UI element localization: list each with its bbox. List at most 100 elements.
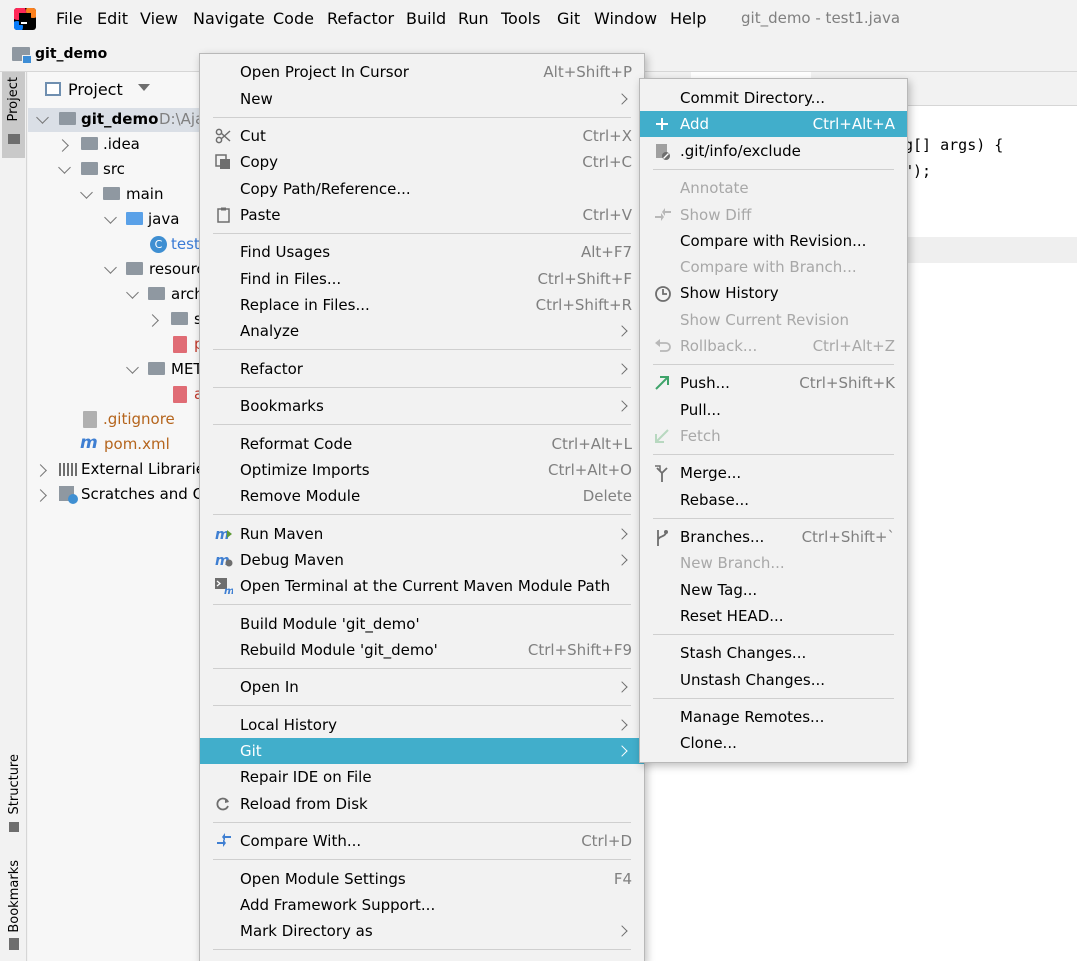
git-item-annotate[interactable]: Annotate xyxy=(640,175,907,201)
tree-item-gitignore[interactable]: .gitignore xyxy=(28,408,228,433)
menu-item-mark-directory-as[interactable]: Mark Directory as xyxy=(200,918,644,944)
project-tool-button[interactable]: Project xyxy=(2,72,25,158)
menu-item-reformat-code[interactable]: Reformat Code Ctrl+Alt+L xyxy=(200,431,644,457)
tree-item-test-class[interactable]: C test xyxy=(28,233,228,258)
chevron-right-icon[interactable] xyxy=(34,464,47,477)
menu-item-find-usages[interactable]: Find Usages Alt+F7 xyxy=(200,239,644,265)
chevron-right-icon[interactable] xyxy=(34,489,47,502)
menu-item-find-in-files[interactable]: Find in Files... Ctrl+Shift+F xyxy=(200,266,644,292)
git-item-exclude[interactable]: .git/info/exclude xyxy=(640,138,907,164)
project-view-icon xyxy=(45,82,61,96)
git-item-fetch[interactable]: Fetch xyxy=(640,423,907,449)
chevron-down-icon[interactable] xyxy=(138,84,150,91)
tree-item-pom[interactable]: m pom.xml xyxy=(28,433,228,458)
menu-item-analyze[interactable]: Analyze xyxy=(200,318,644,344)
menu-build[interactable]: Build xyxy=(406,9,446,28)
menu-item-compare-with[interactable]: Compare With... Ctrl+D xyxy=(200,828,644,854)
git-item-commit-directory[interactable]: Commit Directory... xyxy=(640,85,907,111)
tree-item-meta[interactable]: MET xyxy=(28,358,228,383)
tree-item-main[interactable]: main xyxy=(28,183,228,208)
tree-item-s[interactable]: s xyxy=(28,308,228,333)
chevron-down-icon[interactable] xyxy=(58,161,71,174)
tree-item-src[interactable]: src xyxy=(28,158,228,183)
menu-item-run-maven[interactable]: m Run Maven xyxy=(200,521,644,547)
chevron-down-icon[interactable] xyxy=(80,186,93,199)
git-item-stash-changes[interactable]: Stash Changes... xyxy=(640,640,907,666)
git-item-merge[interactable]: Merge... xyxy=(640,460,907,486)
menu-item-optimize-imports[interactable]: Optimize Imports Ctrl+Alt+O xyxy=(200,457,644,483)
menu-tools[interactable]: Tools xyxy=(501,9,540,28)
menu-item-paste[interactable]: Paste Ctrl+V xyxy=(200,202,644,228)
menu-item-git[interactable]: Git xyxy=(200,738,644,764)
menu-item-rebuild-module[interactable]: Rebuild Module 'git_demo' Ctrl+Shift+F9 xyxy=(200,637,644,663)
tree-item-java[interactable]: java xyxy=(28,208,228,233)
tree-item-scratches[interactable]: Scratches and Co xyxy=(28,483,228,508)
menu-item-bookmarks[interactable]: Bookmarks xyxy=(200,393,644,419)
menu-item-repair-ide[interactable]: Repair IDE on File xyxy=(200,764,644,790)
git-item-branches[interactable]: Branches... Ctrl+Shift+` xyxy=(640,524,907,550)
menu-item-add-framework-support[interactable]: Add Framework Support... xyxy=(200,892,644,918)
git-item-manage-remotes[interactable]: Manage Remotes... xyxy=(640,704,907,730)
menu-item-open-terminal-maven[interactable]: m Open Terminal at the Current Maven Mod… xyxy=(200,573,644,599)
chevron-right-icon[interactable] xyxy=(146,314,159,327)
chevron-right-icon[interactable] xyxy=(56,139,69,152)
menu-help[interactable]: Help xyxy=(670,9,706,28)
git-item-rebase[interactable]: Rebase... xyxy=(640,487,907,513)
chevron-down-icon[interactable] xyxy=(104,211,117,224)
tree-item-root[interactable]: git_demo D:\Aja xyxy=(28,108,228,133)
git-item-pull[interactable]: Pull... xyxy=(640,397,907,423)
git-item-rollback[interactable]: Rollback... Ctrl+Alt+Z xyxy=(640,333,907,359)
tree-item-p[interactable]: p xyxy=(28,333,228,358)
menu-git[interactable]: Git xyxy=(557,9,580,28)
git-item-new-branch[interactable]: New Branch... xyxy=(640,550,907,576)
bookmarks-tool-button[interactable]: Bookmarks xyxy=(2,858,25,954)
chevron-down-icon[interactable] xyxy=(126,361,139,374)
menu-item-debug-maven[interactable]: m Debug Maven xyxy=(200,547,644,573)
git-item-clone[interactable]: Clone... xyxy=(640,730,907,756)
tree-item-a[interactable]: a xyxy=(28,383,228,408)
git-item-compare-with-revision[interactable]: Compare with Revision... xyxy=(640,228,907,254)
menu-item-reload-from-disk[interactable]: Reload from Disk xyxy=(200,791,644,817)
menu-item-cut[interactable]: Cut Ctrl+X xyxy=(200,123,644,149)
tree-item-external-libraries[interactable]: External Librarie xyxy=(28,458,228,483)
menu-item-copy-path[interactable]: Copy Path/Reference... xyxy=(200,176,644,202)
menu-file[interactable]: File xyxy=(56,9,83,28)
menu-item-copy[interactable]: Copy Ctrl+C xyxy=(200,149,644,175)
breadcrumb-project[interactable]: git_demo xyxy=(35,46,107,62)
menu-item-label: Replace in Files... xyxy=(240,296,370,314)
git-item-compare-with-branch[interactable]: Compare with Branch... xyxy=(640,254,907,280)
menu-item-replace-in-files[interactable]: Replace in Files... Ctrl+Shift+R xyxy=(200,292,644,318)
git-item-unstash-changes[interactable]: Unstash Changes... xyxy=(640,667,907,693)
git-item-new-tag[interactable]: New Tag... xyxy=(640,577,907,603)
menu-item-remove-module[interactable]: Remove Module Delete xyxy=(200,483,644,509)
chevron-down-icon[interactable] xyxy=(36,111,49,124)
tree-item-arch[interactable]: arch xyxy=(28,283,228,308)
git-item-add[interactable]: Add Ctrl+Alt+A xyxy=(640,111,907,137)
menu-window[interactable]: Window xyxy=(594,9,657,28)
menu-view[interactable]: View xyxy=(140,9,178,28)
menu-refactor[interactable]: Refactor xyxy=(327,9,394,28)
menu-item-build-module[interactable]: Build Module 'git_demo' xyxy=(200,611,644,637)
git-item-push[interactable]: Push... Ctrl+Shift+K xyxy=(640,370,907,396)
git-item-show-history[interactable]: Show History xyxy=(640,280,907,306)
menu-item-new[interactable]: New xyxy=(200,86,644,112)
menu-item-refactor[interactable]: Refactor xyxy=(200,356,644,382)
git-item-show-current-revision[interactable]: Show Current Revision xyxy=(640,307,907,333)
chevron-down-icon[interactable] xyxy=(126,286,139,299)
tree-item-idea[interactable]: .idea xyxy=(28,133,228,158)
git-item-reset-head[interactable]: Reset HEAD... xyxy=(640,603,907,629)
structure-tool-button[interactable]: Structure xyxy=(2,752,25,836)
menu-code[interactable]: Code xyxy=(273,9,314,28)
menu-edit[interactable]: Edit xyxy=(97,9,128,28)
git-item-show-diff[interactable]: Show Diff xyxy=(640,202,907,228)
menu-item-local-history[interactable]: Local History xyxy=(200,712,644,738)
menu-item-open-in[interactable]: Open In xyxy=(200,674,644,700)
code-line: g[] args) { xyxy=(904,136,1004,154)
menu-navigate[interactable]: Navigate xyxy=(193,9,265,28)
menu-item-open-module-settings[interactable]: Open Module Settings F4 xyxy=(200,866,644,892)
chevron-down-icon[interactable] xyxy=(104,261,117,274)
project-panel-title[interactable]: Project xyxy=(68,80,123,99)
menu-item-open-project-in-cursor[interactable]: Open Project In Cursor Alt+Shift+P xyxy=(200,59,644,85)
tree-item-resources[interactable]: resourc xyxy=(28,258,228,283)
menu-run[interactable]: Run xyxy=(458,9,489,28)
